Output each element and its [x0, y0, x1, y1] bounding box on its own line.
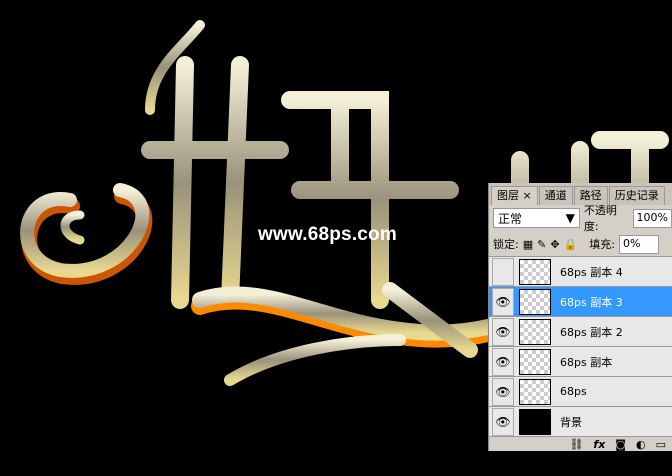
- layer-row[interactable]: 👁 68ps: [489, 377, 672, 407]
- link-layers-icon[interactable]: ⛓: [569, 438, 583, 451]
- lock-transparency-icon[interactable]: ▦: [523, 238, 533, 251]
- blend-mode-select[interactable]: 正常 ▼: [493, 208, 580, 228]
- tab-channels[interactable]: 通道: [538, 186, 573, 205]
- layer-name: 68ps 副本: [560, 355, 613, 369]
- visibility-eye-icon[interactable]: 👁: [492, 377, 514, 406]
- layers-panel: 图层 × 通道 路径 历史记录 正常 ▼ 不透明度: 100% 锁定: ▦ ✎ ✥…: [488, 183, 672, 451]
- blend-row: 正常 ▼ 不透明度: 100%: [489, 204, 672, 233]
- opacity-label: 不透明度:: [583, 204, 617, 233]
- fill-input[interactable]: 0%: [618, 234, 659, 254]
- layer-name: 68ps 副本 2: [560, 325, 623, 339]
- layer-row[interactable]: 👁 68ps 副本: [489, 347, 672, 377]
- eye-icon: 👁: [495, 354, 511, 369]
- tab-layers[interactable]: 图层 ×: [491, 186, 538, 205]
- fill-label: 填充:: [589, 238, 615, 251]
- layer-name: 背景: [560, 415, 582, 429]
- layer-thumbnail: [519, 258, 551, 285]
- lock-row: 锁定: ▦ ✎ ✥ 🔒 填充: 0%: [489, 231, 672, 257]
- visibility-eye-icon[interactable]: 👁: [492, 317, 514, 346]
- lock-all-icon[interactable]: 🔒: [564, 238, 578, 251]
- new-group-icon[interactable]: ▭: [656, 438, 666, 451]
- layer-name: 68ps: [560, 385, 587, 398]
- eye-icon: 👁: [495, 414, 511, 429]
- layer-name: 68ps 副本 4: [560, 265, 623, 279]
- add-mask-icon[interactable]: ◙: [615, 438, 626, 451]
- opacity-input[interactable]: 100%: [632, 208, 672, 228]
- eye-icon: 👁: [495, 324, 511, 339]
- visibility-eye-icon[interactable]: [492, 257, 514, 286]
- panel-tabs: 图层 × 通道 路径 历史记录: [489, 183, 672, 205]
- layer-row[interactable]: 68ps 副本 4: [489, 257, 672, 287]
- layer-thumbnail: [519, 408, 551, 435]
- layer-row[interactable]: 👁 68ps 副本 2: [489, 317, 672, 347]
- layer-thumbnail: [519, 378, 551, 405]
- adjustment-layer-icon[interactable]: ◐: [636, 438, 646, 451]
- blend-mode-value: 正常: [498, 211, 523, 226]
- layer-name: 68ps 副本 3: [560, 295, 623, 309]
- layer-row[interactable]: 👁 68ps 副本 3: [489, 287, 672, 317]
- layer-row[interactable]: 👁 背景: [489, 407, 672, 437]
- layers-list: 68ps 副本 4 👁 68ps 副本 3 👁 68ps 副本 2 👁 68ps 副本…: [489, 256, 672, 437]
- layer-thumbnail: [519, 348, 551, 375]
- chevron-down-icon: ▼: [565, 211, 575, 225]
- visibility-eye-icon[interactable]: 👁: [492, 287, 514, 316]
- watermark-text: www.68ps.com: [258, 224, 397, 245]
- eye-icon: 👁: [495, 384, 511, 399]
- lock-brush-icon[interactable]: ✎: [537, 238, 546, 251]
- fx-icon[interactable]: fx: [593, 438, 605, 451]
- visibility-eye-icon[interactable]: 👁: [492, 407, 514, 436]
- visibility-eye-icon[interactable]: 👁: [492, 347, 514, 376]
- layer-thumbnail: [519, 318, 551, 345]
- lock-label: 锁定:: [493, 238, 519, 251]
- eye-icon: 👁: [495, 294, 511, 309]
- layer-thumbnail: [519, 288, 551, 315]
- panel-bottom-toolbar: ⛓ fx ◙ ◐ ▭: [489, 437, 672, 451]
- lock-move-icon[interactable]: ✥: [550, 238, 559, 251]
